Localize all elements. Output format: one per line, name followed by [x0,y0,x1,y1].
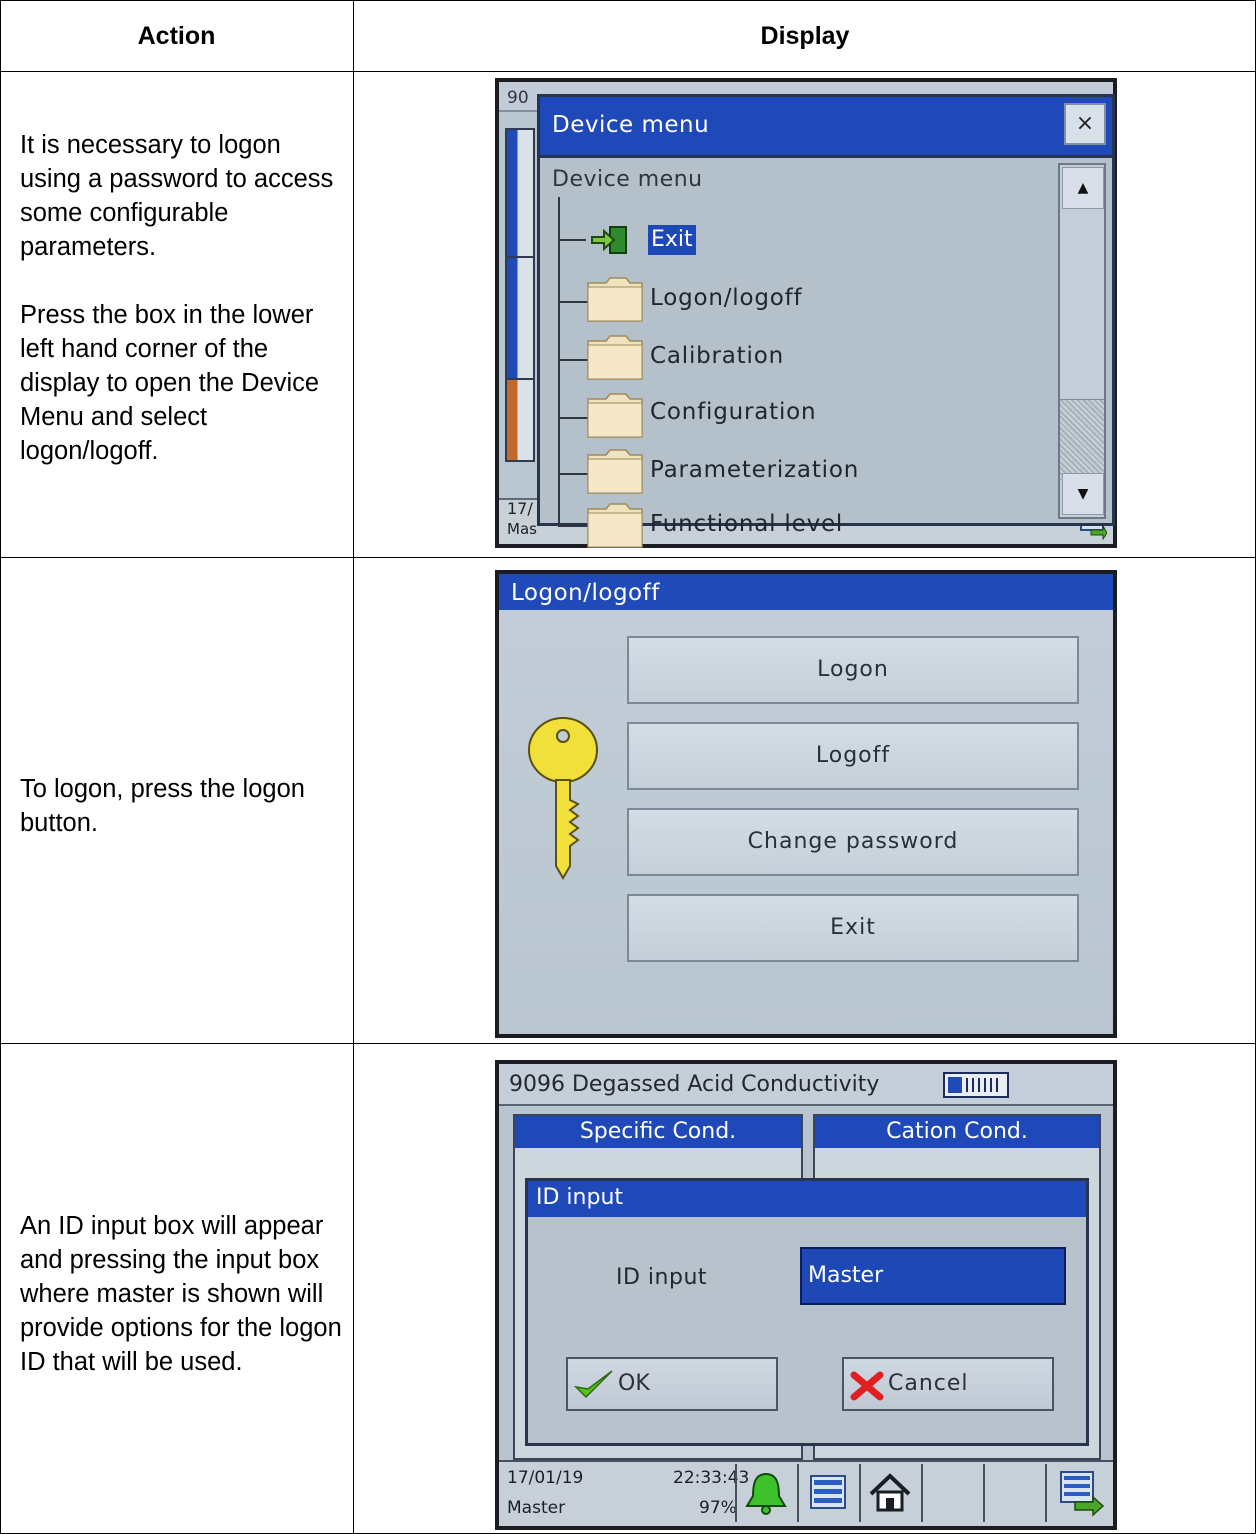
cancel-x-icon [850,1371,884,1401]
device-screen-1: 90 17/ Mas Device menu × Device menu Exi… [495,78,1117,548]
cancel-button[interactable]: Cancel [842,1357,1054,1411]
scroll-up-button[interactable]: ▲ [1062,167,1104,209]
exit-button[interactable]: Exit [627,894,1079,962]
panel-title: Cation Cond. [815,1116,1099,1148]
overview-button[interactable] [797,1464,859,1522]
device-menu-dialog: Device menu × Device menu Exit Logon/log… [537,94,1115,548]
action-text: To logon, press the logon button. [20,775,305,837]
dialog-title-bar: ID input [528,1181,1086,1217]
exit-icon [591,226,627,254]
home-button[interactable] [859,1464,921,1522]
header-action: Action [137,22,216,50]
table-border-right [1255,0,1256,1534]
id-input-dialog: ID input ID input Master OK Cancel [525,1178,1089,1446]
menu-button[interactable] [1045,1464,1113,1522]
tree-item-exit[interactable]: Exit [648,225,696,255]
channel-tile [505,378,535,462]
id-input-label: ID input [616,1265,708,1290]
tree-item-logon-logoff[interactable]: Logon/logoff [650,285,802,311]
action-cell-1: It is necessary to logon using a passwor… [20,128,346,468]
logoff-button[interactable]: Logoff [627,722,1079,790]
header-display: Display [760,22,850,50]
dialog-title: ID input [536,1185,624,1210]
action-cell-3: An ID input box will appear and pressing… [20,1209,346,1379]
ok-label: OK [618,1371,650,1396]
window-title: Logon/logoff [511,580,660,606]
folder-icon [587,449,643,494]
tree-item-functional-level[interactable]: Functional level [650,511,843,537]
scroll-down-button[interactable]: ▼ [1062,473,1104,515]
window-title-bar: Logon/logoff [499,574,1113,610]
action-text: Press the box in the lower left hand cor… [20,301,320,465]
action-cell-2: To logon, press the logon button. [20,772,346,840]
status-user-fragment: Mas [507,520,537,538]
action-text: An ID input box will appear and pressing… [20,1212,342,1376]
tree-connector [558,239,586,241]
scroll-thumb[interactable] [1060,399,1104,480]
logon-button[interactable]: Logon [627,636,1079,704]
id-input-field[interactable]: Master [800,1247,1066,1305]
overview-icon [810,1475,846,1509]
channel-tile [505,128,535,262]
folder-icon [587,503,643,548]
status-user: Master [507,1498,566,1518]
app-title-fragment: 90 [507,88,529,108]
ok-button[interactable]: OK [566,1357,778,1411]
table-border-left [0,0,1,1534]
alarm-button[interactable] [735,1464,797,1522]
row-divider [0,557,1256,558]
status-date: 17/01/19 [507,1468,584,1488]
row-divider [0,1043,1256,1044]
header-divider [0,71,1256,72]
home-icon [869,1473,911,1512]
scrollbar[interactable]: ▲ ▼ [1058,163,1106,519]
tree-connector [558,197,560,527]
check-icon [574,1370,613,1399]
key-icon [528,717,598,880]
cancel-label: Cancel [888,1371,969,1396]
folder-icon [587,393,643,438]
empty-softkey[interactable] [921,1464,983,1522]
device-screen-3: 9096 Degassed Acid Conductivity Specific… [495,1060,1117,1530]
folder-icon [587,335,643,380]
app-title-bar: 9096 Degassed Acid Conductivity [499,1064,1113,1106]
dialog-title: Device menu [552,112,710,138]
table-border-top [0,0,1256,1]
panel-title: Specific Cond. [515,1116,801,1148]
tree-item-calibration[interactable]: Calibration [650,343,784,369]
empty-softkey[interactable] [983,1464,1045,1522]
change-password-button[interactable]: Change password [627,808,1079,876]
folder-icon [587,277,643,322]
bell-icon [745,1472,787,1515]
recorder-icon [943,1072,1009,1098]
action-text: It is necessary to logon using a passwor… [20,131,334,261]
channel-tile [505,256,535,380]
dialog-title-bar: Device menu × [540,97,1112,158]
status-percent: 97% [699,1498,737,1518]
status-date-fragment: 17/ [507,499,533,518]
status-bar: 17/01/19 22:33:43 Master 97% [499,1460,1113,1526]
app-title: 9096 Degassed Acid Conductivity [509,1072,880,1097]
tree-item-parameterization[interactable]: Parameterization [650,457,859,483]
close-button[interactable]: × [1064,103,1106,145]
tree-root-label: Device menu [552,167,703,192]
device-screen-2: Logon/logoff Logon Logoff Change passwor… [495,570,1117,1038]
column-divider [353,0,354,1534]
tree-item-configuration[interactable]: Configuration [650,399,816,425]
menu-toggle-icon [1060,1471,1105,1517]
